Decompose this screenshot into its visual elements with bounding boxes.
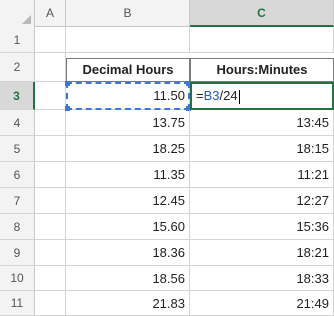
select-all-button[interactable] xyxy=(0,0,35,27)
row-header-8[interactable]: 8 xyxy=(0,214,35,240)
cell-a10[interactable] xyxy=(35,266,66,291)
row-header-4[interactable]: 4 xyxy=(0,110,35,136)
row-header-2[interactable]: 2 xyxy=(0,53,35,82)
cell-b5-decimal[interactable]: 18.25 xyxy=(66,136,190,162)
col-header-a[interactable]: A xyxy=(35,0,66,27)
spreadsheet-grid: A B C 1 2 3 4 5 6 7 8 9 10 11 Decimal Ho… xyxy=(0,0,334,316)
formula-equals: = xyxy=(196,88,204,103)
cell-b9-decimal[interactable]: 18.36 xyxy=(66,240,190,266)
cell-a9[interactable] xyxy=(35,240,66,266)
formula-divisor: /24 xyxy=(219,88,238,103)
cell-b8-decimal[interactable]: 15.60 xyxy=(66,214,190,240)
cell-c8-time[interactable]: 15:36 xyxy=(190,214,334,240)
cell-a8[interactable] xyxy=(35,214,66,240)
row-header-5[interactable]: 5 xyxy=(0,136,35,162)
row-header-9[interactable]: 9 xyxy=(0,240,35,266)
cell-a7[interactable] xyxy=(35,188,66,214)
cell-b1[interactable] xyxy=(66,27,190,53)
cell-c1[interactable] xyxy=(190,27,334,53)
column-header-bar: A B C xyxy=(0,0,334,27)
cell-c4-time[interactable]: 13:45 xyxy=(190,110,334,136)
row-header-1[interactable]: 1 xyxy=(0,27,35,53)
cell-c5-time[interactable]: 18:15 xyxy=(190,136,334,162)
col-header-b[interactable]: B xyxy=(66,0,190,27)
cell-b6-decimal[interactable]: 11.35 xyxy=(66,162,190,188)
cell-c6-time[interactable]: 11:21 xyxy=(190,162,334,188)
cell-a6[interactable] xyxy=(35,162,66,188)
row-header-7[interactable]: 7 xyxy=(0,188,35,214)
cell-a1[interactable] xyxy=(35,27,66,53)
text-cursor xyxy=(238,89,240,104)
cell-c11-time[interactable]: 21:49 xyxy=(190,291,334,316)
row-header-3[interactable]: 3 xyxy=(0,82,35,110)
cell-b3-decimal[interactable]: 11.50 xyxy=(66,82,190,110)
cell-a11[interactable] xyxy=(35,291,66,316)
cell-c3-formula-editor[interactable]: =B3/24 xyxy=(190,82,334,110)
formula-cell-reference: B3 xyxy=(203,88,220,103)
cell-b11-decimal[interactable]: 21.83 xyxy=(66,291,190,316)
cell-c10-time[interactable]: 18:33 xyxy=(190,266,334,291)
row-header-6[interactable]: 6 xyxy=(0,162,35,188)
cell-a2[interactable] xyxy=(35,53,66,82)
cell-c9-time[interactable]: 18:21 xyxy=(190,240,334,266)
cell-a4[interactable] xyxy=(35,110,66,136)
row-header-11[interactable]: 11 xyxy=(0,291,35,316)
col-header-c[interactable]: C xyxy=(190,0,334,27)
cell-b4-decimal[interactable]: 13.75 xyxy=(66,110,190,136)
header-decimal-hours[interactable]: Decimal Hours xyxy=(66,58,190,82)
cell-a3[interactable] xyxy=(35,82,66,110)
cell-c7-time[interactable]: 12:27 xyxy=(190,188,334,214)
row-header-10[interactable]: 10 xyxy=(0,266,35,291)
cell-b10-decimal[interactable]: 18.56 xyxy=(66,266,190,291)
cell-a5[interactable] xyxy=(35,136,66,162)
header-hours-minutes[interactable]: Hours:Minutes xyxy=(190,58,334,82)
cell-b7-decimal[interactable]: 12.45 xyxy=(66,188,190,214)
select-all-triangle-icon xyxy=(22,15,31,24)
